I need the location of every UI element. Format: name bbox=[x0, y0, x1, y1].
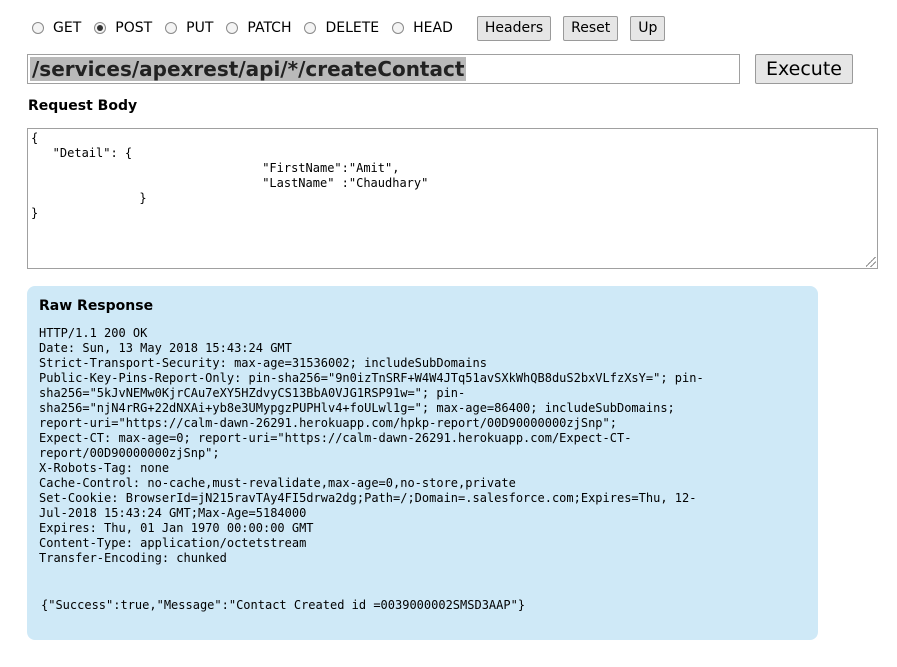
radio-put[interactable] bbox=[165, 22, 178, 34]
radio-delete[interactable] bbox=[304, 22, 317, 34]
method-selector: GET POST PUT PATCH DELETE HEAD Headers R… bbox=[32, 14, 677, 42]
resize-grip-icon[interactable] bbox=[866, 257, 876, 267]
radio-get[interactable] bbox=[32, 22, 44, 34]
response-headers: HTTP/1.1 200 OK Date: Sun, 13 May 2018 1… bbox=[39, 326, 704, 565]
raw-response-title: Raw Response bbox=[39, 298, 154, 314]
radio-post[interactable] bbox=[94, 22, 107, 34]
raw-response-panel: Raw Response HTTP/1.1 200 OK Date: Sun, … bbox=[27, 286, 818, 640]
headers-button[interactable]: Headers bbox=[476, 15, 552, 41]
method-head-label: HEAD bbox=[413, 20, 453, 36]
method-put-label: PUT bbox=[186, 20, 214, 36]
url-text: /services/apexrest/api/*/createContact bbox=[30, 57, 467, 81]
method-put-option[interactable]: PUT bbox=[165, 20, 213, 36]
method-patch-option[interactable]: PATCH bbox=[226, 20, 291, 36]
response-body: {"Success":true,"Message":"Contact Creat… bbox=[41, 598, 526, 612]
execute-button[interactable]: Execute bbox=[755, 54, 853, 84]
method-post-label: POST bbox=[115, 20, 153, 36]
url-input[interactable]: /services/apexrest/api/*/createContact bbox=[27, 54, 740, 84]
request-body-text: { "Detail": { "FirstName":"Amit", "LastN… bbox=[31, 131, 429, 220]
radio-head[interactable] bbox=[392, 22, 405, 34]
request-body-title: Request Body bbox=[28, 98, 138, 114]
method-head-option[interactable]: HEAD bbox=[392, 20, 453, 36]
method-get-option[interactable]: GET bbox=[32, 20, 81, 36]
method-delete-label: DELETE bbox=[325, 20, 380, 36]
request-body-textarea[interactable]: { "Detail": { "FirstName":"Amit", "LastN… bbox=[27, 128, 878, 269]
method-post-option[interactable]: POST bbox=[94, 20, 152, 36]
method-get-label: GET bbox=[53, 20, 82, 36]
reset-button[interactable]: Reset bbox=[563, 15, 619, 41]
method-patch-label: PATCH bbox=[247, 20, 292, 36]
method-delete-option[interactable]: DELETE bbox=[304, 20, 379, 36]
radio-patch[interactable] bbox=[226, 22, 239, 34]
up-button[interactable]: Up bbox=[630, 15, 666, 41]
